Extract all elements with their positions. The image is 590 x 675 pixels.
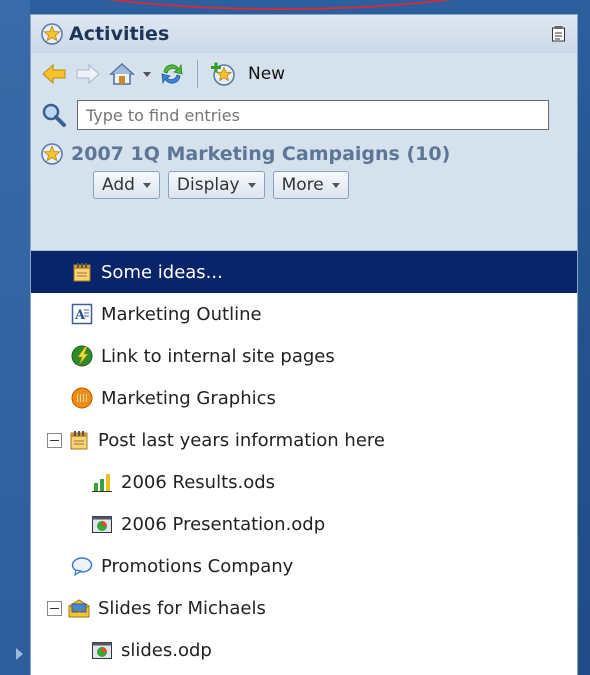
list-item[interactable]: Post last years information here [31, 419, 577, 461]
spreadsheet-icon [92, 474, 112, 492]
link-globe-icon [71, 345, 93, 367]
entry-label: slides.odp [121, 639, 212, 661]
collapse-toggle[interactable] [47, 432, 62, 448]
activity-buttons: Add Display More [31, 165, 577, 199]
search-input[interactable] [77, 100, 549, 130]
expand-arrow-icon[interactable] [16, 648, 23, 660]
list-item[interactable]: slides.odp [31, 629, 577, 671]
search-icon [42, 103, 66, 127]
chevron-down-icon [331, 182, 340, 188]
entry-label: 2006 Results.ods [121, 471, 276, 493]
home-icon[interactable] [109, 62, 135, 86]
list-item[interactable]: A Marketing Outline [31, 293, 577, 335]
panel-title: Activities [69, 23, 170, 45]
mail-folder-icon [68, 599, 90, 618]
text-document-icon: A [71, 303, 93, 325]
entry-label: Promotions Company [101, 555, 294, 577]
presentation-icon [92, 642, 112, 659]
collapse-toggle[interactable] [47, 600, 62, 616]
list-item[interactable]: 2006 Results.ods [31, 461, 577, 503]
panel-header: Activities [31, 15, 577, 53]
notebook-icon [73, 263, 91, 282]
entry-label: Slides for Michaels [98, 597, 266, 619]
back-arrow-icon[interactable] [41, 63, 67, 85]
forward-arrow-icon[interactable] [75, 63, 101, 85]
list-item[interactable]: Marketing Graphics [31, 377, 577, 419]
toolbar: New [31, 53, 577, 95]
activity-star-icon [41, 143, 63, 165]
entry-label: Link to internal site pages [101, 345, 335, 367]
chevron-down-icon [142, 182, 151, 188]
activities-star-icon [41, 23, 63, 45]
background-arc [20, 0, 540, 10]
more-button-label: More [281, 175, 324, 195]
new-button-label[interactable]: New [248, 64, 285, 84]
entry-label: Marketing Graphics [101, 387, 276, 409]
more-button[interactable]: More [272, 171, 349, 199]
toolbar-separator [197, 60, 198, 88]
list-item[interactable]: Link to internal site pages [31, 335, 577, 377]
new-activity-icon[interactable] [210, 62, 236, 86]
list-item[interactable]: Promotions Company [31, 545, 577, 587]
entry-label: Marketing Outline [101, 303, 262, 325]
home-dropdown-icon[interactable] [143, 71, 151, 77]
add-button-label: Add [102, 175, 135, 195]
display-button[interactable]: Display [167, 171, 265, 199]
chevron-down-icon [247, 182, 256, 188]
left-edge-strip [0, 0, 30, 675]
refresh-icon[interactable] [159, 62, 185, 86]
presentation-icon [92, 516, 112, 533]
chat-bubble-icon [71, 557, 93, 577]
entry-label: 2006 Presentation.odp [121, 513, 326, 535]
graphics-icon [71, 387, 93, 409]
add-button[interactable]: Add [93, 171, 160, 199]
entry-label: Post last years information here [98, 429, 385, 451]
activity-title: 2007 1Q Marketing Campaigns (10) [71, 143, 451, 165]
panel-menu-icon[interactable] [551, 25, 567, 43]
activities-panel: Activities New Type to find entries 2007… [30, 14, 578, 675]
notebook-icon [70, 431, 88, 450]
activity-header: 2007 1Q Marketing Campaigns (10) [31, 135, 577, 165]
list-item[interactable]: Some ideas... [31, 251, 577, 293]
list-item[interactable]: 2006 Presentation.odp [31, 503, 577, 545]
display-button-label: Display [176, 175, 240, 195]
entries-list: Some ideas... A Marketing Outline Link t… [31, 250, 577, 675]
search-row [31, 95, 577, 135]
list-item[interactable]: Slides for Michaels [31, 587, 577, 629]
entry-label: Some ideas... [101, 261, 223, 283]
